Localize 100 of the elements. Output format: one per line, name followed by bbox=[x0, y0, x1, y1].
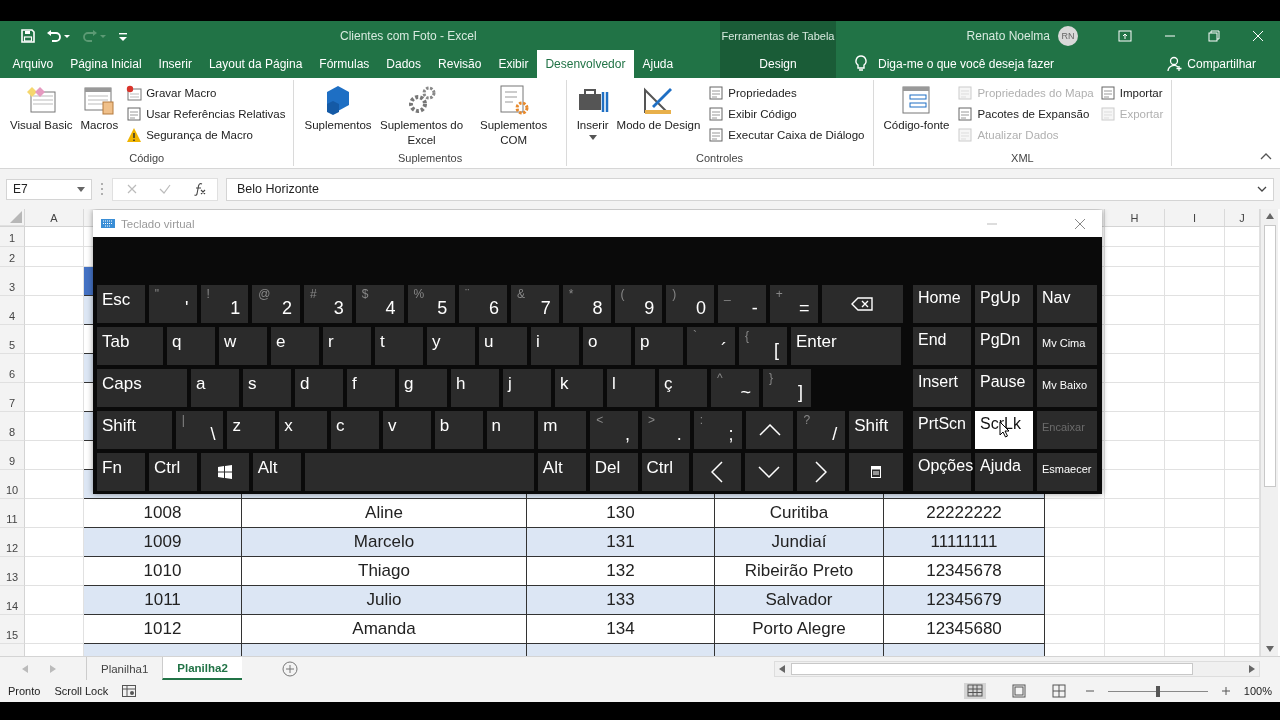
column-header[interactable]: I bbox=[1165, 209, 1225, 226]
grid-cell[interactable] bbox=[1165, 325, 1225, 354]
keyboard-key[interactable]: l bbox=[607, 369, 655, 407]
tell-me-field[interactable]: Diga-me o que você deseja fazer bbox=[878, 50, 1055, 78]
table-cell[interactable]: Curitiba bbox=[715, 499, 884, 528]
page-break-icon[interactable] bbox=[1051, 684, 1066, 698]
keyboard-key[interactable]: # 3 bbox=[304, 285, 352, 323]
keyboard-key[interactable]: Shift bbox=[849, 411, 903, 449]
keyboard-key[interactable]: PgUp bbox=[975, 285, 1033, 323]
keyboard-key[interactable]: _ - bbox=[718, 285, 766, 323]
table-cell[interactable]: 22222222 bbox=[884, 499, 1045, 528]
grid-cell[interactable] bbox=[1045, 586, 1105, 615]
ribbon-button[interactable]: Exibir Código bbox=[708, 105, 865, 123]
keyboard-key[interactable]: w bbox=[219, 327, 267, 365]
keyboard-key[interactable]: ! 1 bbox=[200, 285, 249, 323]
ribbon-tab[interactable]: Arquivo bbox=[4, 50, 62, 78]
triangle-icon[interactable] bbox=[10, 211, 22, 223]
ribbon-button[interactable]: Suplementos do Excel bbox=[377, 84, 466, 152]
zoom-level[interactable]: 100% bbox=[1243, 685, 1272, 697]
table-cell[interactable]: 1011 bbox=[84, 586, 242, 615]
keyboard-key[interactable]: g bbox=[399, 369, 447, 407]
ribbon-tab[interactable]: Inserir bbox=[150, 50, 201, 78]
column-header[interactable]: H bbox=[1105, 209, 1165, 226]
ribbon-button[interactable]: Pacotes de Expansão bbox=[957, 105, 1094, 123]
ribbon-tab[interactable]: Fórmulas bbox=[310, 50, 378, 78]
scroll-left-icon[interactable] bbox=[779, 664, 785, 673]
grid-cell[interactable] bbox=[1165, 354, 1225, 383]
table-cell[interactable]: 132 bbox=[527, 557, 715, 586]
keyboard-key[interactable]: ^ ~ bbox=[711, 369, 759, 407]
vertical-scrollbar[interactable] bbox=[1260, 209, 1278, 656]
share-button[interactable]: Compartilhar bbox=[1163, 50, 1260, 78]
ribbon-tab[interactable]: Dados bbox=[377, 50, 430, 78]
grid-cell[interactable] bbox=[1165, 470, 1225, 499]
keyboard-key[interactable]: v bbox=[382, 411, 431, 449]
table-cell[interactable]: Amanda bbox=[242, 615, 527, 644]
table-cell[interactable]: 1008 bbox=[84, 499, 242, 528]
keyboard-key[interactable]: i bbox=[531, 327, 579, 365]
scroll-thumb[interactable] bbox=[1263, 225, 1276, 487]
grid-cell[interactable] bbox=[1045, 557, 1105, 586]
keyboard-key[interactable]: $ 4 bbox=[355, 285, 404, 323]
keyboard-key[interactable]: Insert bbox=[913, 369, 971, 407]
keyboard-key[interactable]: Ajuda bbox=[975, 453, 1033, 491]
save-icon[interactable] bbox=[20, 27, 36, 44]
keyboard-key[interactable]: PrtScn bbox=[913, 411, 971, 449]
cancel-icon[interactable] bbox=[127, 184, 137, 194]
grid-cell[interactable] bbox=[1165, 499, 1225, 528]
row-number[interactable]: 2 bbox=[0, 247, 25, 267]
keyboard-key[interactable]: Esmaecer bbox=[1037, 453, 1097, 491]
row-number[interactable]: 6 bbox=[0, 354, 25, 383]
grid-cell[interactable] bbox=[1105, 412, 1165, 441]
scroll-up-icon[interactable] bbox=[1265, 213, 1274, 219]
row-number[interactable]: 15 bbox=[0, 615, 25, 644]
keyboard-key[interactable]: Alt bbox=[537, 453, 586, 491]
table-cell[interactable]: 133 bbox=[527, 586, 715, 615]
grid-cell[interactable] bbox=[1165, 412, 1225, 441]
grid-cell[interactable] bbox=[1105, 499, 1165, 528]
keyboard-key[interactable]: f bbox=[347, 369, 395, 407]
ribbon-button[interactable]: Executar Caixa de Diálogo bbox=[708, 126, 865, 144]
keyboard-key[interactable]: | \ bbox=[175, 411, 224, 449]
grid-cell[interactable] bbox=[1165, 441, 1225, 470]
grid-cell[interactable] bbox=[1045, 499, 1105, 528]
keyboard-key[interactable]: Esc bbox=[97, 285, 145, 323]
grid-cell[interactable] bbox=[1165, 227, 1225, 247]
table-cell[interactable]: Ribeirão Preto bbox=[715, 557, 884, 586]
keyboard-key[interactable]: e bbox=[271, 327, 319, 365]
previous-sheet-icon[interactable] bbox=[22, 664, 28, 673]
user-avatar[interactable]: RN bbox=[1058, 25, 1078, 46]
ribbon-button[interactable]: Suplementos COM bbox=[469, 84, 558, 152]
grid-cell[interactable] bbox=[1105, 227, 1165, 247]
grid-cell[interactable] bbox=[25, 227, 84, 247]
scroll-right-icon[interactable] bbox=[1249, 664, 1255, 673]
table-cell[interactable]: 11111111 bbox=[884, 528, 1045, 557]
keyboard-key[interactable]: : ; bbox=[693, 411, 742, 449]
ribbon-tab[interactable]: Ajuda bbox=[633, 50, 682, 78]
grid-cell[interactable] bbox=[1105, 528, 1165, 557]
ribbon-button[interactable]: Código-fonte bbox=[881, 84, 952, 152]
row-number[interactable]: 8 bbox=[0, 412, 25, 441]
column-header[interactable]: A bbox=[25, 209, 84, 226]
macro-record-icon[interactable] bbox=[122, 685, 137, 697]
row-number[interactable]: 12 bbox=[0, 528, 25, 557]
keyboard-key[interactable]: n bbox=[486, 411, 535, 449]
grid-cell[interactable] bbox=[1165, 267, 1225, 296]
table-cell[interactable]: Marcelo bbox=[242, 528, 527, 557]
keyboard-key[interactable]: Alt bbox=[252, 453, 301, 491]
keyboard-key[interactable]: Ctrl bbox=[641, 453, 690, 491]
grid-cell[interactable] bbox=[25, 247, 84, 267]
grid-cell[interactable] bbox=[1105, 247, 1165, 267]
ribbon-button[interactable]: Modo de Design bbox=[614, 84, 703, 152]
keyboard-key[interactable]: PgDn bbox=[975, 327, 1033, 365]
row-number[interactable]: 9 bbox=[0, 441, 25, 470]
ribbon-button[interactable]: Inserir bbox=[574, 84, 611, 152]
page-layout-icon[interactable] bbox=[1011, 684, 1026, 698]
table-cell[interactable]: 1010 bbox=[84, 557, 242, 586]
keyboard-key[interactable]: ( 9 bbox=[614, 285, 663, 323]
row-number[interactable]: 3 bbox=[0, 267, 25, 296]
grid-cell[interactable] bbox=[1105, 586, 1165, 615]
keyboard-key[interactable]: ¨ 6 bbox=[459, 285, 507, 323]
keyboard-key[interactable]: d bbox=[295, 369, 343, 407]
grid-cell[interactable] bbox=[1165, 528, 1225, 557]
grid-cell[interactable] bbox=[1165, 247, 1225, 267]
